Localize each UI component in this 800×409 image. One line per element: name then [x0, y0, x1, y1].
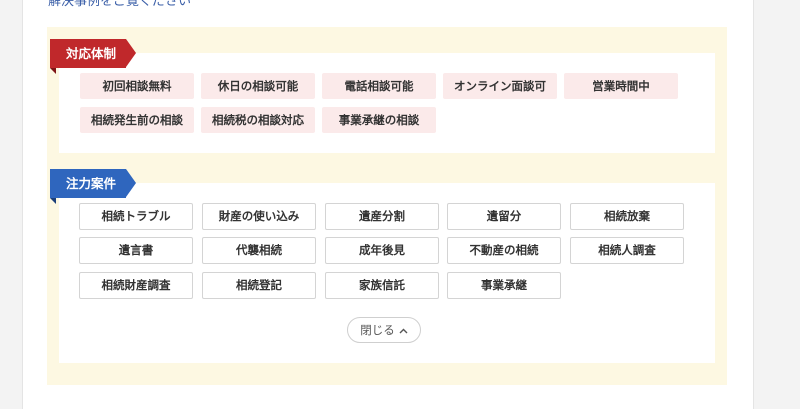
close-toggle-label: 閉じる [360, 323, 395, 337]
support-tag: オンライン面談可 [443, 73, 557, 99]
support-tag: 営業時間中 [564, 73, 678, 99]
focus-tag[interactable]: 遺産分割 [325, 203, 439, 230]
office-features-panel: 初回相談無料 休日の相談可能 電話相談可能 オンライン面談可 営業時間中 相続発… [47, 27, 727, 385]
support-tag: 相続発生前の相談 [80, 107, 194, 133]
support-ribbon-title: 対応体制 [50, 39, 136, 74]
focus-tag[interactable]: 相続トラブル [79, 203, 193, 230]
focus-ribbon-title: 注力案件 [50, 169, 136, 204]
focus-tag[interactable]: 相続放棄 [570, 203, 684, 230]
focus-tag[interactable]: 成年後見 [325, 237, 439, 264]
top-link-text[interactable]: 解決事例をご覧ください [48, 0, 191, 9]
focus-tag[interactable]: 代襲相続 [202, 237, 316, 264]
focus-tag[interactable]: 財産の使い込み [202, 203, 316, 230]
focus-tag[interactable]: 家族信託 [325, 272, 439, 299]
focus-tag[interactable]: 遺言書 [79, 237, 193, 264]
close-toggle-button[interactable]: 閉じる [347, 317, 421, 343]
focus-tag[interactable]: 相続財産調査 [79, 272, 193, 299]
chevron-up-icon [399, 325, 408, 336]
support-tag: 休日の相談可能 [201, 73, 315, 99]
focus-tag[interactable]: 不動産の相続 [447, 237, 561, 264]
focus-tag[interactable]: 遺留分 [447, 203, 561, 230]
support-tag: 相続税の相談対応 [201, 107, 315, 133]
focus-tag[interactable]: 相続登記 [202, 272, 316, 299]
support-tag: 電話相談可能 [322, 73, 436, 99]
focus-tag[interactable]: 相続人調査 [570, 237, 684, 264]
support-tag: 初回相談無料 [80, 73, 194, 99]
support-tag: 事業承継の相談 [322, 107, 436, 133]
focus-tag[interactable]: 事業承継 [447, 272, 561, 299]
support-box: 初回相談無料 休日の相談可能 電話相談可能 オンライン面談可 営業時間中 相続発… [59, 53, 715, 153]
